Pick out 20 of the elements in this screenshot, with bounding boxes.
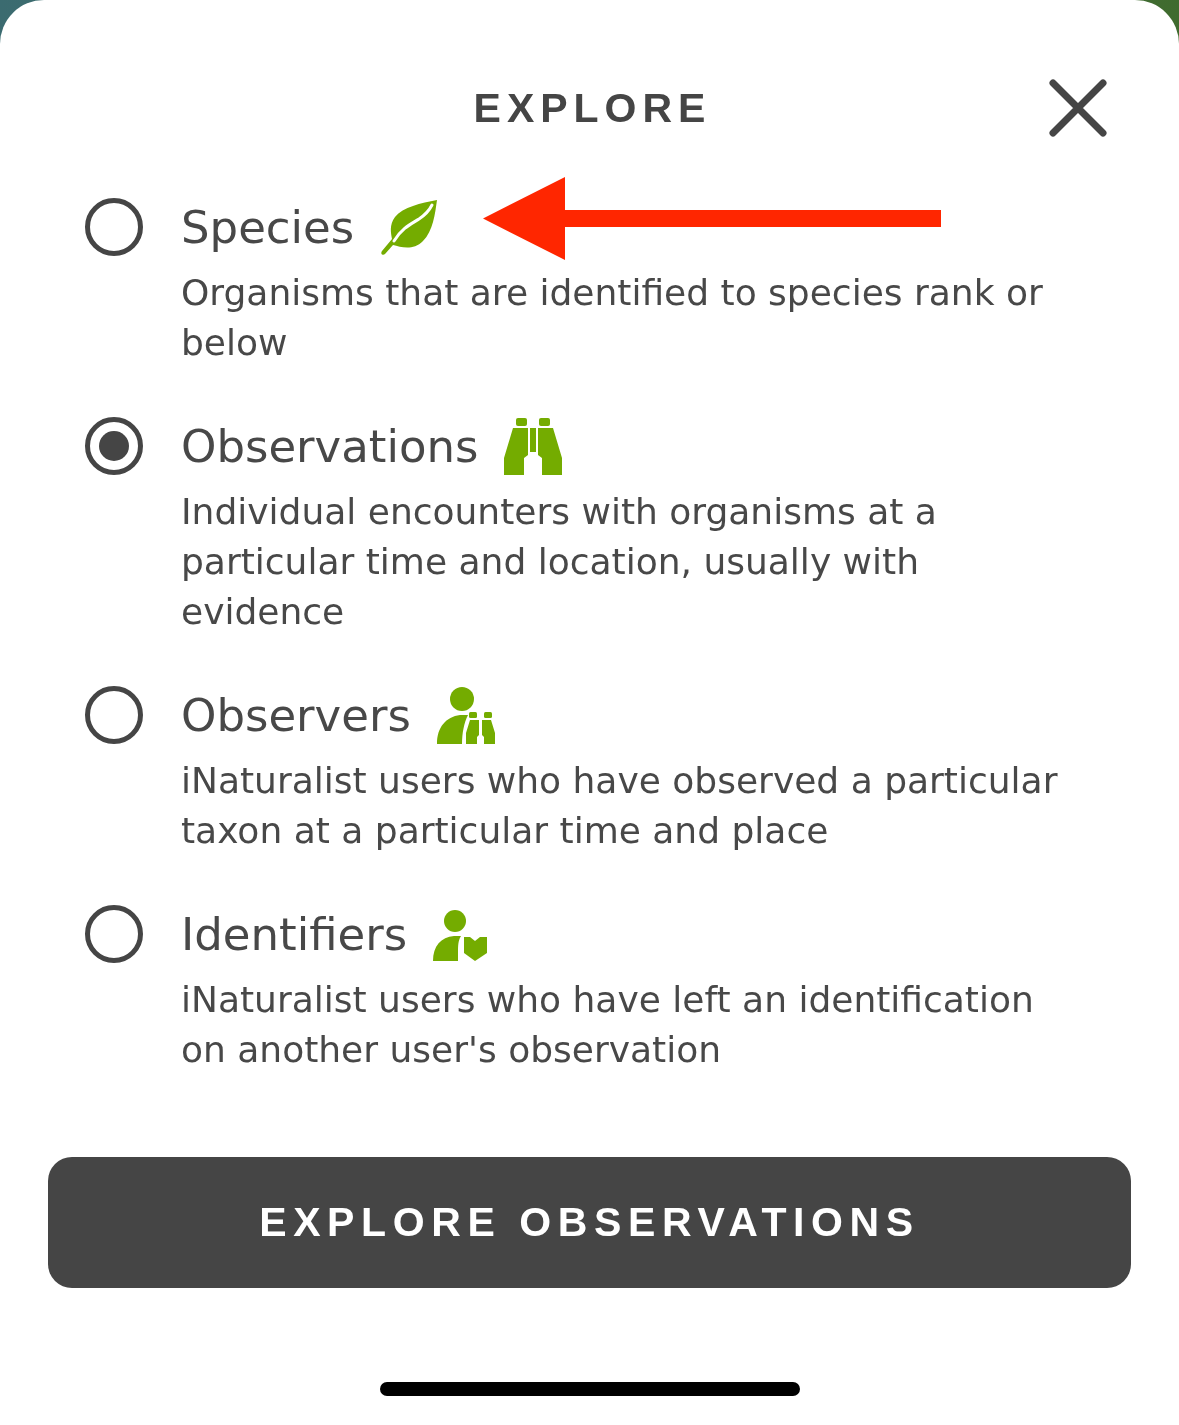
option-description: iNaturalist users who have observed a particular taxon at a particular time and place xyxy=(181,759,1059,853)
option-description: Organisms that are identified to species rank or below xyxy=(181,271,1044,365)
radio-button[interactable] xyxy=(85,905,143,963)
radio-button[interactable] xyxy=(85,198,143,256)
radio-button[interactable] xyxy=(85,686,143,744)
option-title: Observations xyxy=(181,419,479,475)
person-binoculars-icon xyxy=(436,687,495,745)
binoculars-icon xyxy=(504,418,563,476)
close-button[interactable] xyxy=(1049,79,1107,137)
option-description: iNaturalist users who have left an identification on another user's observation xyxy=(181,978,1035,1072)
option-title: Observers xyxy=(181,688,411,744)
option-title: Species xyxy=(181,200,355,256)
explore-button[interactable]: EXPLORE OBSERVATIONS xyxy=(48,1157,1131,1288)
close-icon xyxy=(1049,79,1107,137)
person-shield-icon xyxy=(433,909,488,961)
leaf-icon xyxy=(380,199,439,257)
option-description: Individual encounters with organisms at a particular time and location, usually with evidence xyxy=(181,490,938,634)
radio-button[interactable] xyxy=(85,417,143,475)
option-title: Identifiers xyxy=(181,907,408,963)
dialog-title: EXPLORE xyxy=(473,84,712,133)
